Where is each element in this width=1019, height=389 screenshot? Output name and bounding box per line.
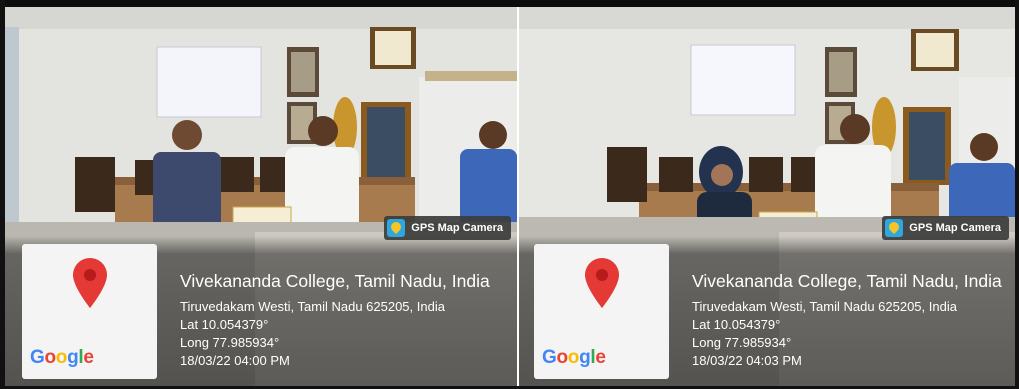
map-thumbnail: Google xyxy=(22,244,157,379)
gps-badge-label: GPS Map Camera xyxy=(411,222,503,234)
right-border xyxy=(1015,0,1019,389)
latitude: Lat 10.054379° xyxy=(180,317,269,332)
place-name: Vivekananda College, Tamil Nadu, India xyxy=(180,271,490,291)
google-logo: Google xyxy=(30,347,94,368)
map-thumbnail: Google xyxy=(534,244,669,379)
map-pin-icon xyxy=(72,258,107,308)
gps-badge-label: GPS Map Camera xyxy=(909,222,1001,234)
gps-camera-icon xyxy=(387,219,406,237)
gps-map-camera-badge: GPS Map Camera xyxy=(882,216,1009,240)
photo-left: GPS Map Camera Google Vivekananda Colleg… xyxy=(5,7,517,386)
longitude: Long 77.985934° xyxy=(180,335,280,350)
photo-right: GPS Map Camera Google Vivekananda Colleg… xyxy=(519,7,1015,386)
latitude: Lat 10.054379° xyxy=(692,317,781,332)
address: Tiruvedakam Westi, Tamil Nadu 625205, In… xyxy=(692,299,957,314)
datetime: 18/03/22 04:00 PM xyxy=(180,353,290,368)
location-info: Vivekananda College, Tamil Nadu, India T… xyxy=(180,270,490,370)
longitude: Long 77.985934° xyxy=(692,335,792,350)
address: Tiruvedakam Westi, Tamil Nadu 625205, In… xyxy=(180,299,445,314)
map-pin-icon xyxy=(584,258,619,308)
gps-map-camera-badge: GPS Map Camera xyxy=(384,216,511,240)
place-name: Vivekananda College, Tamil Nadu, India xyxy=(692,271,1002,291)
location-info: Vivekananda College, Tamil Nadu, India T… xyxy=(692,270,1002,370)
datetime: 18/03/22 04:03 PM xyxy=(692,353,802,368)
google-logo: Google xyxy=(542,347,606,368)
top-border xyxy=(0,0,1019,7)
gps-camera-icon xyxy=(885,219,904,237)
